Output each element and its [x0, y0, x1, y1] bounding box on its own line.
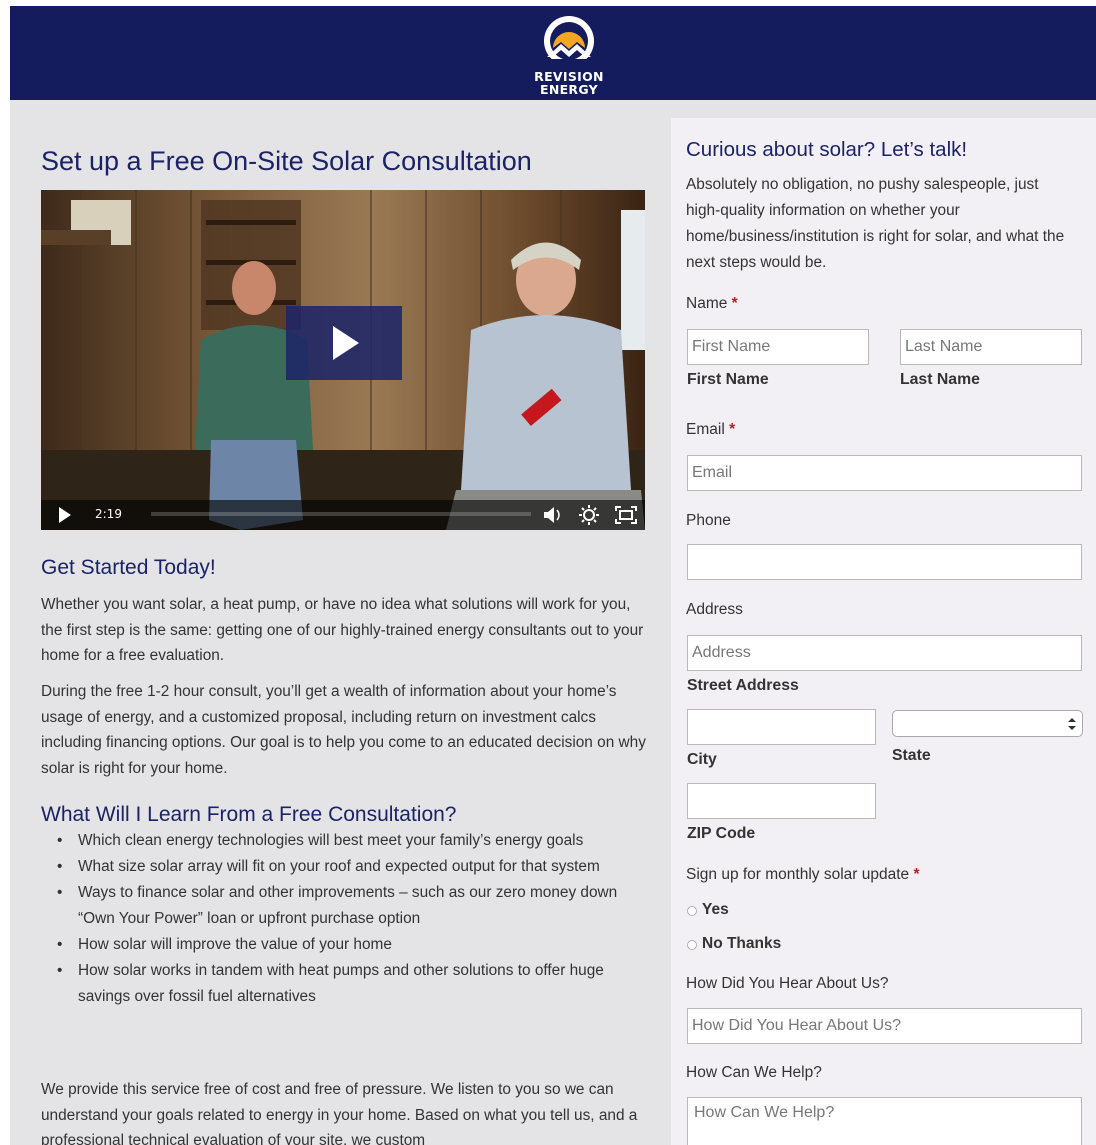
progress-track[interactable] — [151, 512, 531, 516]
street-address-sublabel: Street Address — [687, 677, 799, 694]
phone-field[interactable] — [687, 544, 1082, 580]
email-field[interactable] — [687, 455, 1082, 491]
phone-label: Phone — [686, 512, 731, 529]
consultation-form: Curious about solar? Let’s talk! Absolut… — [671, 118, 1096, 1145]
list-item: How solar will improve the value of your… — [55, 932, 645, 958]
email-label: Email * — [686, 421, 736, 438]
video-time: 2:19 — [95, 507, 122, 521]
closing-paragraph: We provide this service free of cost and… — [41, 1081, 638, 1145]
state-select[interactable] — [892, 710, 1083, 737]
video-thumbnail — [41, 190, 645, 530]
page-title: Set up a Free On-Site Solar Consultation — [41, 146, 532, 176]
first-name-input[interactable] — [687, 329, 869, 365]
sun-mountain-icon — [544, 16, 594, 66]
get-started-paragraph-2: During the free 1-2 hour consult, you’ll… — [41, 683, 646, 777]
list-item: Ways to finance solar and other improvem… — [55, 880, 645, 932]
list-item: Which clean energy technologies will bes… — [55, 828, 645, 854]
form-intro: Absolutely no obligation, no pushy sales… — [686, 176, 1065, 271]
name-label: Name * — [686, 295, 738, 312]
hear-about-label: How Did You Hear About Us? — [686, 975, 889, 992]
get-started-paragraph-1: Whether you want solar, a heat pump, or … — [41, 596, 644, 664]
list-item: How solar works in tandem with heat pump… — [55, 958, 645, 1010]
help-textarea[interactable] — [687, 1097, 1082, 1145]
updates-label: Sign up for monthly solar update * — [686, 866, 920, 883]
get-started-heading: Get Started Today! — [41, 556, 216, 579]
help-label: How Can We Help? — [686, 1064, 822, 1081]
address-label: Address — [686, 601, 743, 618]
state-sublabel: State — [892, 747, 931, 764]
first-name-sublabel: First Name — [687, 371, 769, 388]
learn-heading: What Will I Learn From a Free Consultati… — [41, 803, 457, 826]
last-name-input[interactable] — [900, 329, 1082, 365]
required-mark: * — [913, 866, 920, 883]
no-thanks-label[interactable]: No Thanks — [702, 935, 781, 953]
yes-label[interactable]: Yes — [702, 901, 729, 919]
page-frame: REVISION ENERGY Set up a Free On-Site So… — [10, 6, 1096, 1145]
revision-energy-logo[interactable]: REVISION ENERGY — [529, 10, 609, 96]
street-address-input[interactable] — [687, 635, 1082, 671]
video-player[interactable]: 2:19 — [41, 190, 645, 530]
zip-code-sublabel: ZIP Code — [687, 825, 756, 842]
zip-code-input[interactable] — [687, 783, 876, 819]
site-header: REVISION ENERGY — [10, 6, 1096, 100]
logo-line-2: ENERGY — [539, 82, 598, 97]
no-thanks-radio[interactable] — [687, 940, 697, 950]
hear-about-input[interactable] — [687, 1008, 1082, 1044]
learn-list: Which clean energy technologies will bes… — [55, 828, 645, 1010]
city-sublabel: City — [687, 751, 717, 768]
form-title: Curious about solar? Let’s talk! — [686, 138, 968, 161]
city-input[interactable] — [687, 709, 876, 745]
list-item: What size solar array will fit on your r… — [55, 854, 645, 880]
last-name-sublabel: Last Name — [900, 371, 980, 388]
required-mark: * — [731, 295, 738, 312]
required-mark: * — [729, 421, 736, 438]
select-arrows-icon — [1068, 718, 1076, 730]
yes-radio[interactable] — [687, 906, 697, 916]
